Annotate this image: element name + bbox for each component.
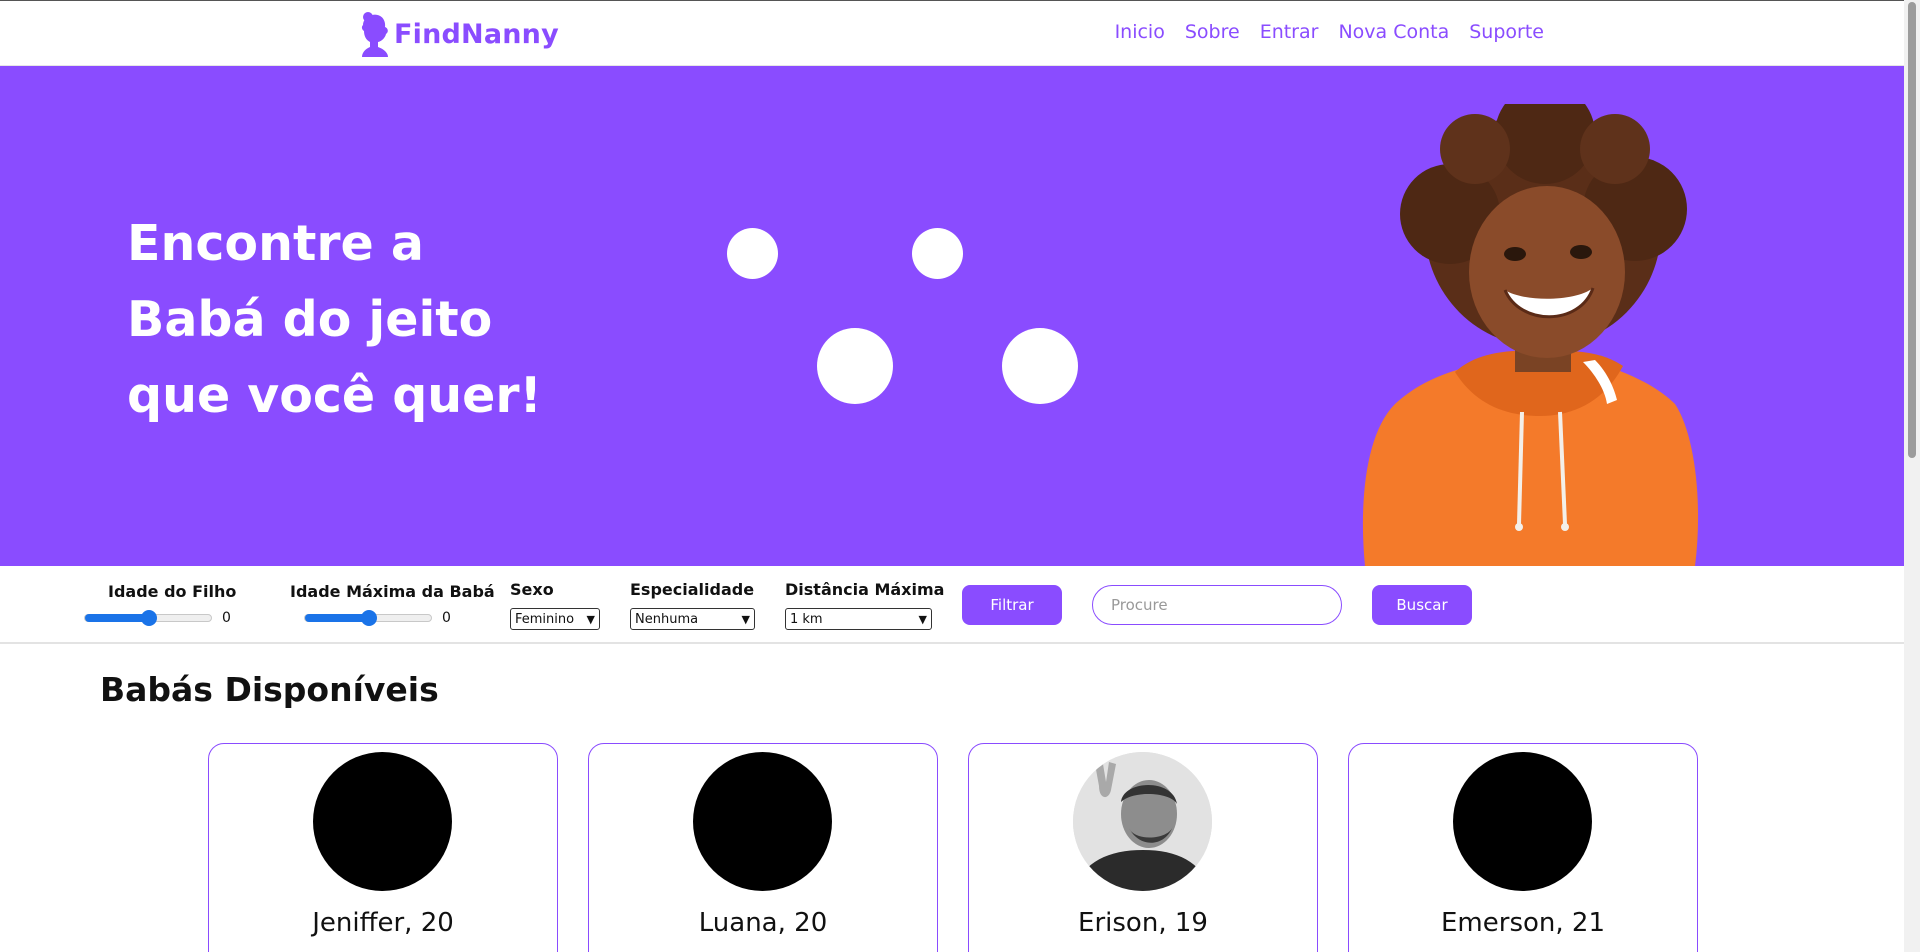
nav-link-nova-conta[interactable]: Nova Conta <box>1338 21 1449 43</box>
filter-bar: Idade do Filho 0 Idade Máxima da Babá 0 … <box>0 566 1904 644</box>
avatar <box>1453 752 1592 891</box>
nav-link-sobre[interactable]: Sobre <box>1185 21 1240 43</box>
distance-label: Distância Máxima <box>785 580 945 599</box>
main-nav: Inicio Sobre Entrar Nova Conta Suporte <box>1115 21 1544 43</box>
hero-title-line: Babá do jeito <box>127 291 493 348</box>
avatar <box>313 752 452 891</box>
sex-label: Sexo <box>510 580 554 599</box>
hero-title-line: que você quer! <box>127 367 542 424</box>
hero-banner: Encontre a Babá do jeito que você quer! <box>0 66 1904 566</box>
nanny-name: Jeniffer, 20 <box>312 908 454 938</box>
slider-fill <box>305 614 369 622</box>
slider-fill <box>85 614 149 622</box>
filter-button[interactable]: Filtrar <box>962 585 1062 625</box>
page: FindNanny Inicio Sobre Entrar Nova Conta… <box>0 0 1920 952</box>
nanny-name: Erison, 19 <box>1078 908 1208 938</box>
specialty-select[interactable]: Nenhuma ▼ <box>630 608 755 630</box>
nav-link-inicio[interactable]: Inicio <box>1115 21 1165 43</box>
sex-select[interactable]: Feminino ▼ <box>510 608 600 630</box>
brand-name: FindNanny <box>394 18 559 50</box>
sex-select-value: Feminino <box>515 611 575 627</box>
brand-logo[interactable]: FindNanny <box>358 11 559 57</box>
child-age-range: 0 <box>84 610 231 626</box>
decorative-dot <box>912 228 963 279</box>
smiling-child-image <box>1362 104 1699 566</box>
hero-title: Encontre a Babá do jeito que você quer! <box>127 206 547 434</box>
nanny-age-slider[interactable] <box>304 610 432 626</box>
chevron-down-icon: ▼ <box>586 612 595 626</box>
child-age-slider[interactable] <box>84 610 212 626</box>
child-age-label: Idade do Filho <box>108 582 237 601</box>
decorative-dot <box>817 328 893 404</box>
decorative-dot <box>1002 328 1078 404</box>
child-head-icon <box>361 12 388 57</box>
distance-select-value: 1 km <box>790 611 823 627</box>
search-button[interactable]: Buscar <box>1372 585 1472 625</box>
nanny-name: Luana, 20 <box>698 908 828 938</box>
nanny-card[interactable]: Emerson, 21 <box>1348 743 1698 952</box>
nanny-name: Emerson, 21 <box>1441 908 1605 938</box>
child-age-value: 0 <box>222 610 231 626</box>
search-input[interactable]: Procure <box>1092 585 1342 625</box>
specialty-label: Especialidade <box>630 580 755 599</box>
chevron-down-icon: ▼ <box>918 612 927 626</box>
nanny-card[interactable]: Luana, 20 <box>588 743 938 952</box>
hero-title-line: Encontre a <box>127 215 424 272</box>
nanny-card[interactable]: Erison, 19 <box>968 743 1318 952</box>
top-navbar: FindNanny Inicio Sobre Entrar Nova Conta… <box>0 0 1904 66</box>
person-photo-icon <box>1073 752 1212 891</box>
avatar-photo <box>1073 752 1212 891</box>
chevron-down-icon: ▼ <box>741 612 750 626</box>
specialty-select-value: Nenhuma <box>635 611 699 627</box>
nanny-age-label: Idade Máxima da Babá <box>290 582 495 601</box>
page-scrollbar[interactable] <box>1904 0 1920 952</box>
avatar <box>693 752 832 891</box>
nanny-age-range: 0 <box>304 610 451 626</box>
nanny-card[interactable]: Jeniffer, 20 <box>208 743 558 952</box>
nav-link-entrar[interactable]: Entrar <box>1260 21 1319 43</box>
slider-handle[interactable] <box>361 610 377 626</box>
section-title: Babás Disponíveis <box>100 670 439 709</box>
decorative-dot <box>727 228 778 279</box>
scrollbar-thumb[interactable] <box>1908 2 1916 458</box>
nanny-age-value: 0 <box>442 610 451 626</box>
nav-link-suporte[interactable]: Suporte <box>1469 21 1544 43</box>
slider-handle[interactable] <box>141 610 157 626</box>
distance-select[interactable]: 1 km ▼ <box>785 608 932 630</box>
